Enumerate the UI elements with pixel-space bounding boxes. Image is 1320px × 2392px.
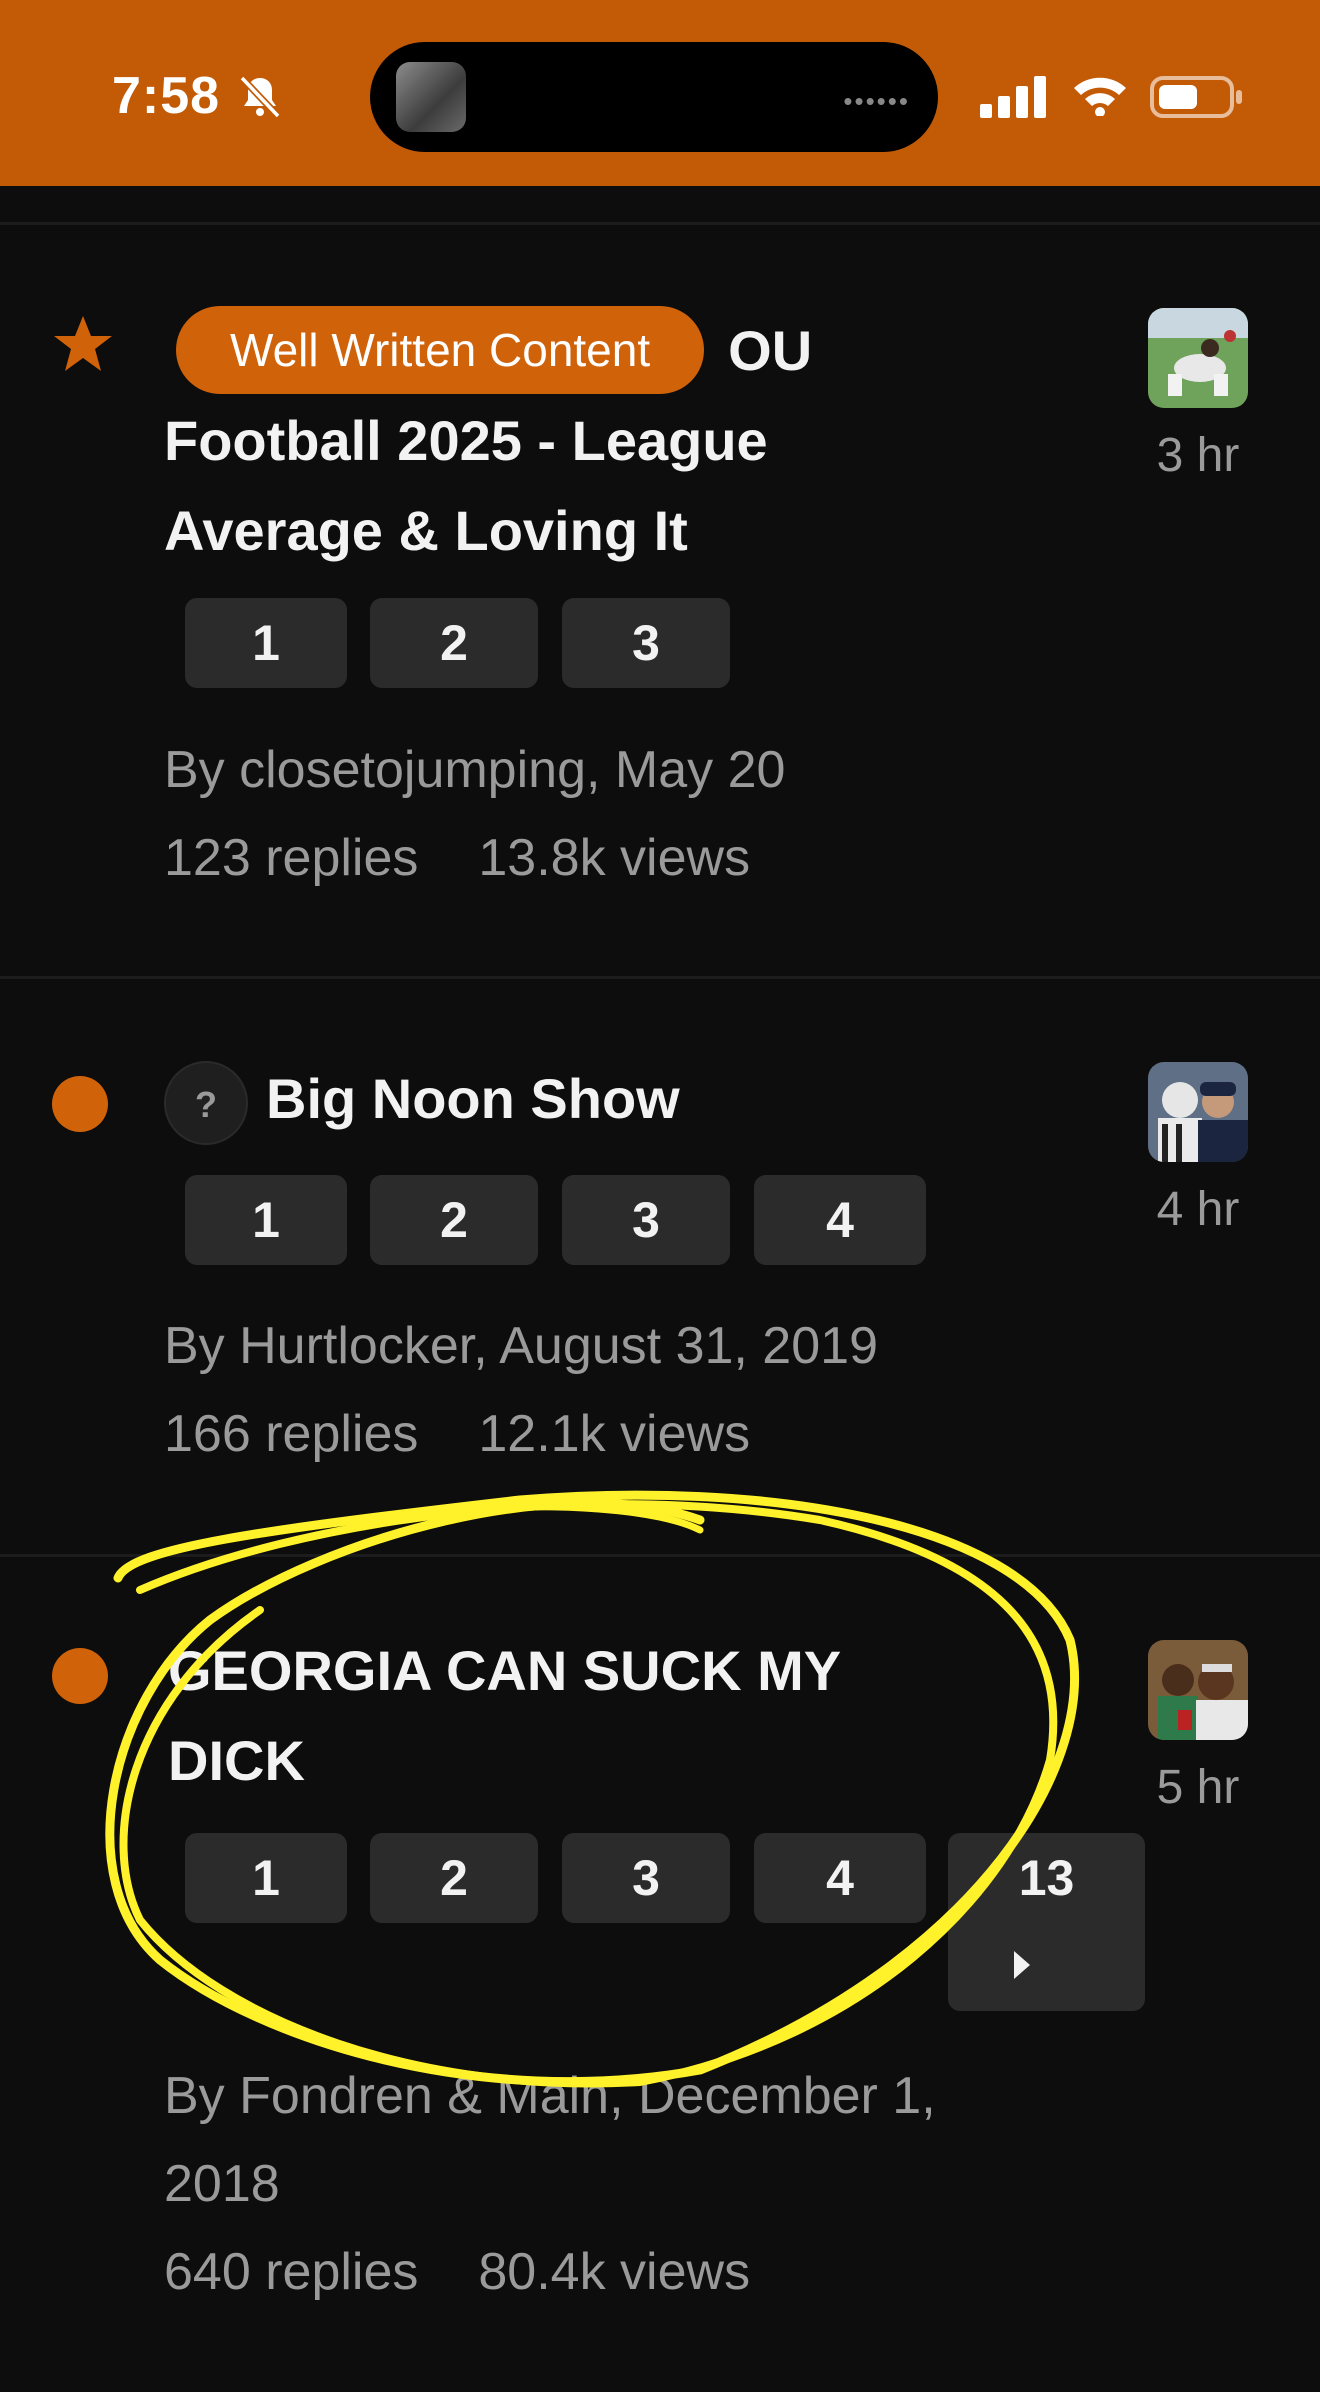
reply-count: 123 replies [164, 829, 419, 887]
topic-row[interactable]: Well Written Content OU Football 2025 - L… [0, 222, 1320, 976]
page-button[interactable]: 4 [754, 1175, 926, 1265]
wifi-icon [1074, 77, 1126, 116]
page-button[interactable]: 2 [370, 1833, 538, 1923]
page-button[interactable]: 4 [754, 1833, 926, 1923]
last-activity-time: 4 hr [1156, 1183, 1240, 1236]
byline: By Fondren & Main, December 1, 2018 [164, 2067, 936, 2213]
page-button[interactable]: 3 [562, 598, 730, 688]
question-icon: ? [164, 1061, 248, 1146]
dynamic-island: •••••• [370, 42, 938, 152]
last-activity-time: 5 hr [1156, 1761, 1240, 1814]
reply-count: 166 replies [164, 1405, 419, 1463]
avatar[interactable] [1148, 308, 1248, 408]
reply-count: 640 replies [164, 2243, 419, 2301]
byline: By closetojumping, May 20 [164, 741, 786, 799]
play-arrow-icon [1014, 1951, 1030, 1979]
unread-dot [52, 1076, 108, 1132]
view-count: 12.1k views [478, 1405, 751, 1463]
topic-row[interactable]: GEORGIA CAN SUCK MY DICK 1 2 3 4 13 By F… [0, 1554, 1320, 2392]
cellular-signal-icon [980, 76, 1046, 118]
topic-meta: By Fondren & Main, December 1, 2018 640 … [164, 2052, 1024, 2316]
bell-slash-icon [239, 75, 281, 119]
page-button[interactable]: 3 [562, 1175, 730, 1265]
well-written-badge: Well Written Content [176, 306, 705, 394]
avatar[interactable] [1148, 1062, 1248, 1162]
page-button[interactable]: 3 [562, 1833, 730, 1923]
byline: By Hurtlocker, August 31, 2019 [164, 1317, 878, 1375]
page-button[interactable]: 1 [185, 1175, 347, 1265]
page-button[interactable]: 2 [370, 1175, 538, 1265]
unread-dot [52, 1648, 108, 1704]
page-button[interactable]: 1 [185, 598, 347, 688]
topic-title[interactable]: ? Big Noon Show [164, 1054, 944, 1146]
star-icon [54, 316, 112, 371]
status-bar: 7:58 •••••• [0, 0, 1320, 186]
topic-meta: By closetojumping, May 20 123 replies 13.… [164, 726, 1064, 902]
topic-meta: By Hurtlocker, August 31, 2019 166 repli… [164, 1302, 1064, 1478]
avatar[interactable] [1148, 1640, 1248, 1740]
topic-title[interactable]: Well Written Content OU Football 2025 - L… [164, 306, 944, 576]
page-button[interactable]: 1 [185, 1833, 347, 1923]
battery-icon [1150, 76, 1242, 118]
view-count: 80.4k views [478, 2243, 751, 2301]
now-playing-artwork [396, 62, 466, 132]
topic-title[interactable]: GEORGIA CAN SUCK MY DICK [168, 1626, 948, 1806]
clock: 7:58 [112, 67, 221, 125]
view-count: 13.8k views [478, 829, 751, 887]
topic-row[interactable]: ? Big Noon Show 1 2 3 4 By Hurtlocker, Au… [0, 976, 1320, 1554]
last-page-button[interactable]: 13 [948, 1833, 1145, 2011]
last-activity-time: 3 hr [1156, 429, 1240, 482]
page-button[interactable]: 2 [370, 598, 538, 688]
waveform-icon: •••••• [843, 86, 910, 116]
